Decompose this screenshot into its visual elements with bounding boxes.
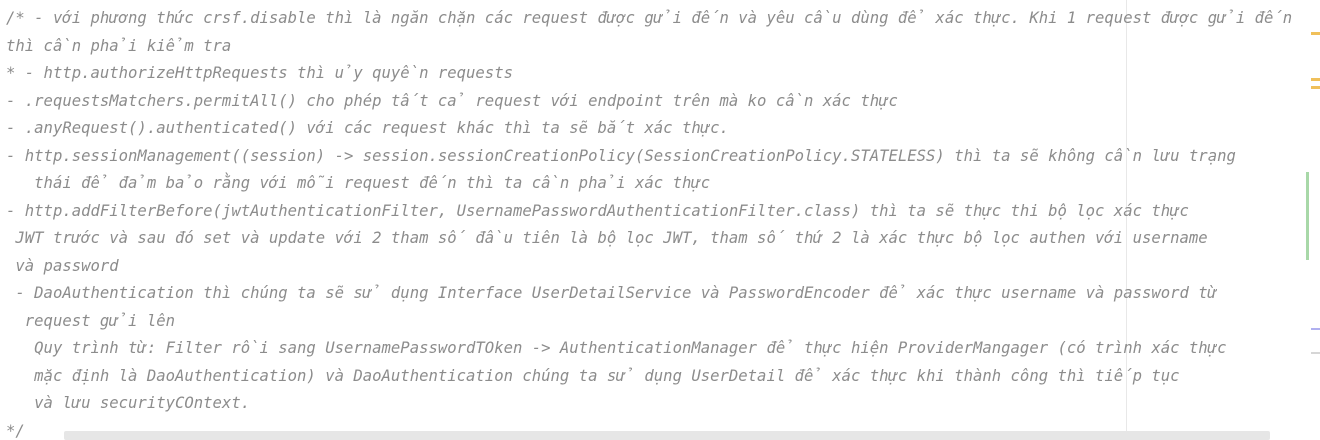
code-line: - http.addFilterBefore(jwtAuthentication… — [6, 202, 1189, 220]
code-line: - http.sessionManagement((session) -> se… — [6, 147, 1236, 165]
code-line: và lưu securityCOntext. — [6, 394, 251, 412]
code-line: mặc định là DaoAuthentication) và DaoAut… — [6, 367, 1180, 385]
vcs-change-marker[interactable] — [1306, 172, 1309, 260]
warning-marker[interactable] — [1311, 32, 1320, 35]
code-line: và password — [6, 257, 119, 275]
code-line: Quy trình từ: Filter rồi sang UsernamePa… — [6, 339, 1227, 357]
code-line: request gửi lên — [6, 312, 175, 330]
code-line: */ — [6, 422, 25, 440]
code-line: - DaoAuthentication thì chúng ta sẽ sử d… — [6, 284, 1218, 302]
code-line: - .anyRequest().authenticated() với các … — [6, 119, 729, 137]
code-line: * - http.authorizeHttpRequests thì ủy qu… — [6, 64, 513, 82]
info-marker[interactable] — [1311, 352, 1320, 354]
code-line: thì cần phải kiểm tra — [6, 37, 232, 55]
code-line: JWT trước và sau đó set và update với 2 … — [6, 229, 1208, 247]
warning-marker[interactable] — [1311, 86, 1320, 89]
code-line: - .requestsMatchers.permitAll() cho phép… — [6, 92, 898, 110]
code-line: /* - với phương thức crsf.disable thì là… — [6, 9, 1293, 27]
horizontal-scrollbar[interactable] — [64, 431, 1270, 440]
code-editor[interactable]: /* - với phương thức crsf.disable thì là… — [0, 0, 1320, 440]
code-line: thái để đảm bảo rằng với mỗi request đến… — [6, 174, 711, 192]
warning-marker[interactable] — [1311, 78, 1320, 81]
info-marker[interactable] — [1311, 328, 1320, 330]
